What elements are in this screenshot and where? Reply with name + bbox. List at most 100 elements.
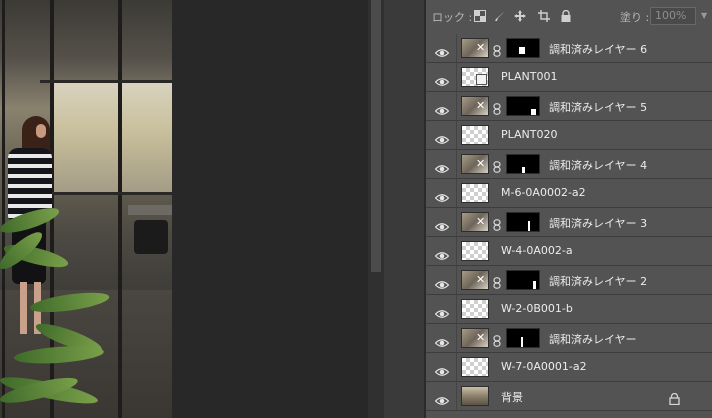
canvas-work-area[interactable] [172,0,368,418]
visibility-toggle[interactable] [426,295,457,323]
visibility-toggle[interactable] [426,34,457,62]
visibility-toggle[interactable] [426,208,457,236]
mask-link-chain-icon[interactable] [493,158,501,173]
person-face [36,124,46,138]
layer-name[interactable]: 調和済みレイヤー 4 [549,157,647,173]
lock-transparent-pixels-icon[interactable] [474,10,486,22]
visibility-toggle[interactable] [426,324,457,352]
mask-link-chain-icon[interactable] [493,216,501,231]
lock-position-icon[interactable] [514,10,526,22]
mask-link-chain-icon[interactable] [493,42,501,57]
lock-image-pixels-icon[interactable] [494,10,506,22]
eye-icon[interactable] [434,130,450,144]
layer-row[interactable]: ✕ 調和済みレイヤー 3 [426,208,712,237]
mask-highlight [533,281,536,289]
layer-row[interactable]: ✕ 調和済みレイヤー 4 [426,150,712,179]
layer-row[interactable]: ✕ 調和済みレイヤー [426,324,712,353]
layer-thumbnail[interactable] [461,241,489,261]
layer-row[interactable]: 背景 [426,382,712,411]
smart-object-icon [476,74,487,85]
eye-icon[interactable] [434,72,450,86]
layer-row[interactable]: PLANT020 [426,121,712,150]
eye-icon[interactable] [434,246,450,260]
layer-thumbnail[interactable] [461,299,489,319]
layer-name[interactable]: PLANT020 [501,128,557,141]
visibility-toggle[interactable] [426,382,457,410]
eye-icon[interactable] [434,217,450,231]
layer-row[interactable]: PLANT001 [426,63,712,92]
visibility-toggle[interactable] [426,63,457,91]
panel-dock-gutter [384,0,426,418]
layer-mask-thumbnail[interactable] [506,96,540,116]
layer-name[interactable]: M-6-0A0002-a2 [501,186,586,199]
layer-thumbnail[interactable]: ✕ [461,154,489,174]
photo-mullion [118,0,122,418]
visibility-toggle[interactable] [426,150,457,178]
layer-mask-thumbnail[interactable] [506,328,540,348]
visibility-toggle[interactable] [426,266,457,294]
layer-row[interactable]: ✕ 調和済みレイヤー 5 [426,92,712,121]
layer-row[interactable]: ✕ 調和済みレイヤー 2 [426,266,712,295]
eye-icon[interactable] [434,275,450,289]
eye-icon[interactable] [434,304,450,318]
layer-thumbnail[interactable] [461,125,489,145]
layer-name[interactable]: 調和済みレイヤー 5 [549,99,647,115]
eye-icon[interactable] [434,188,450,202]
layer-lock-icon[interactable] [669,390,680,406]
visibility-toggle[interactable] [426,237,457,265]
photo-frame-bar [40,192,172,195]
eye-icon[interactable] [434,101,450,115]
layer-name[interactable]: PLANT001 [501,70,557,83]
harmonize-adjustment-icon: ✕ [476,273,486,286]
visibility-toggle[interactable] [426,92,457,120]
mask-link-chain-icon[interactable] [493,274,501,289]
layer-name[interactable]: 調和済みレイヤー 2 [549,273,647,289]
layer-name[interactable]: 調和済みレイヤー 6 [549,41,647,57]
layer-row[interactable]: M-6-0A0002-a2 [426,179,712,208]
mask-link-chain-icon[interactable] [493,332,501,347]
layer-mask-thumbnail[interactable] [506,270,540,290]
layer-thumbnail[interactable]: ✕ [461,328,489,348]
canvas-scroll-thumb[interactable] [371,0,381,272]
layer-thumbnail[interactable]: ✕ [461,270,489,290]
layer-thumbnail[interactable] [461,357,489,377]
layer-row[interactable]: W-4-0A002-a [426,237,712,266]
layer-name[interactable]: 背景 [501,389,523,405]
eye-icon[interactable] [434,391,450,405]
layer-name[interactable]: W-2-0B001-b [501,302,573,315]
visibility-toggle[interactable] [426,353,457,381]
layer-mask-thumbnail[interactable] [506,212,540,232]
harmonize-adjustment-icon: ✕ [476,215,486,228]
layer-row[interactable]: W-2-0B001-b [426,295,712,324]
visibility-toggle[interactable] [426,179,457,207]
layer-mask-thumbnail[interactable] [506,38,540,58]
layer-thumbnail[interactable]: ✕ [461,38,489,58]
person-leg [20,282,27,334]
mask-highlight [522,167,525,173]
eye-icon[interactable] [434,362,450,376]
layer-name[interactable]: W-4-0A002-a [501,244,573,257]
mask-link-chain-icon[interactable] [493,100,501,115]
layer-name[interactable]: 調和済みレイヤー [549,331,637,347]
layer-name[interactable]: W-7-0A0001-a2 [501,360,587,373]
layer-name[interactable]: 調和済みレイヤー 3 [549,215,647,231]
eye-icon[interactable] [434,333,450,347]
layer-thumbnail[interactable] [461,386,489,406]
photo-mullion [2,0,5,418]
mask-highlight [519,47,525,54]
fill-opacity-input[interactable]: 100% [650,7,696,25]
layer-row[interactable]: ✕ 調和済みレイヤー 6 [426,34,712,63]
layer-thumbnail[interactable]: ✕ [461,212,489,232]
layer-row[interactable]: W-7-0A0001-a2 [426,353,712,382]
layer-mask-thumbnail[interactable] [506,154,540,174]
eye-icon[interactable] [434,159,450,173]
lock-all-icon[interactable] [560,9,572,22]
canvas-image[interactable] [0,0,172,418]
eye-icon[interactable] [434,43,450,57]
layer-thumbnail[interactable]: ✕ [461,96,489,116]
layer-thumbnail[interactable] [461,183,489,203]
layer-thumbnail[interactable] [461,67,489,87]
visibility-toggle[interactable] [426,121,457,149]
lock-artboard-icon[interactable] [538,10,550,22]
fill-dropdown-icon[interactable]: ▼ [701,11,707,20]
